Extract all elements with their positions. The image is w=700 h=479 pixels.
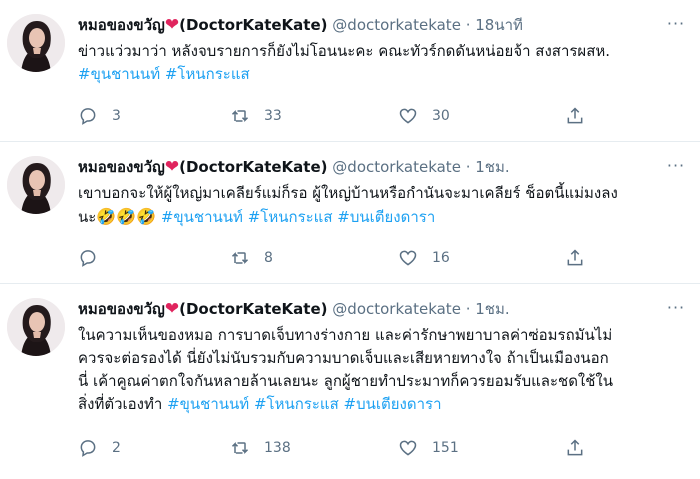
tweet-line: เขาบอกจะให้ผู้ใหญ่มาเคลียร์แม่ก็รอ ผู้ให… [78, 184, 618, 202]
retweet-button[interactable]: 138 [230, 436, 291, 460]
share-icon [567, 249, 583, 266]
share-icon [567, 439, 583, 456]
reply-button[interactable]: 2 [78, 436, 121, 460]
tweet-line: ในความเห็นของหมอ การบาดเจ็บทางร่างกาย แล… [78, 326, 613, 344]
display-name-suffix[interactable]: (DoctorKateKate) [179, 300, 327, 318]
tweet-actions: 8 16 [78, 246, 598, 270]
tweet-text: ข่าวแว่วมาว่า หลังจบรายการก็ยังไม่โอนนะค… [78, 40, 690, 86]
heart-emoji-icon: ❤ [164, 299, 180, 319]
display-name-suffix[interactable]: (DoctorKateKate) [179, 158, 327, 176]
share-button[interactable] [565, 104, 585, 128]
tweet-text: เขาบอกจะให้ผู้ใหญ่มาเคลียร์แม่ก็รอ ผู้ให… [78, 182, 690, 229]
more-options-button[interactable]: ··· [664, 298, 688, 318]
hashtag-line: นะ🤣🤣🤣 #ขุนชานนท์ #โหนกระแส #บนเตียงดารา [78, 205, 690, 229]
reply-icon [80, 108, 96, 125]
retweet-icon [231, 442, 249, 454]
reply-button[interactable] [78, 246, 112, 270]
profile-photo [7, 14, 65, 72]
share-button[interactable] [565, 246, 585, 270]
like-icon [399, 440, 417, 456]
like-icon [399, 108, 417, 124]
avatar[interactable] [7, 156, 65, 214]
hashtag-link[interactable]: #โหนกระแส [254, 395, 339, 413]
reply-count: 2 [112, 440, 121, 456]
hashtag-link[interactable]: #ขุนชานนท์ [167, 395, 249, 413]
reply-button[interactable]: 3 [78, 104, 121, 128]
tweet[interactable]: ··· หมอของขวัญ❤(DoctorKateKate) @doctork… [0, 0, 700, 142]
retweet-icon [231, 252, 249, 264]
separator-dot: · [465, 158, 471, 176]
hashtag-link[interactable]: #โหนกระแส [165, 65, 250, 83]
tweet-actions: 2 138 151 [78, 436, 598, 460]
reply-count: 3 [112, 108, 121, 124]
hashtag-line: สิ่งที่ตัวเองทำ #ขุนชานนท์ #โหนกระแส #บน… [78, 393, 690, 416]
like-icon [399, 250, 417, 266]
hashtag-line: #ขุนชานนท์ #โหนกระแส [78, 63, 690, 86]
tweet-line: ควรจะต่อรองได้ นี่ยังไม่นับรวมกับความบาด… [78, 349, 609, 367]
share-icon [567, 107, 583, 124]
reply-icon [80, 250, 96, 267]
tweet-line: นี่ เค้าคูณค่าตกใจกันหลายล้านเลยนะ ลูกผู… [78, 372, 614, 390]
handle[interactable]: @doctorkatekate [332, 158, 461, 176]
tweet-actions: 3 33 30 [78, 104, 598, 128]
like-count: 30 [432, 108, 450, 124]
like-count: 151 [432, 440, 459, 456]
tweet-text-prefix: สิ่งที่ตัวเองทำ [78, 395, 163, 413]
retweet-count: 33 [264, 108, 282, 124]
hashtag-link[interactable]: #บนเตียงดารา [344, 395, 442, 413]
retweet-button[interactable]: 33 [230, 104, 282, 128]
display-name[interactable]: หมอของขวัญ [78, 158, 165, 176]
like-count: 16 [432, 250, 450, 266]
timestamp[interactable]: 1ชม. [475, 300, 509, 318]
tweet-line: ข่าวแว่วมาว่า หลังจบรายการก็ยังไม่โอนนะค… [78, 42, 611, 60]
retweet-count: 8 [264, 250, 273, 266]
tweet-header: หมอของขวัญ❤(DoctorKateKate) @doctorkatek… [78, 16, 523, 35]
handle[interactable]: @doctorkatekate [332, 16, 461, 34]
profile-photo [7, 298, 65, 356]
tweet-text-prefix: นะ [78, 208, 97, 226]
share-button[interactable] [565, 436, 585, 460]
more-options-button[interactable]: ··· [664, 14, 688, 34]
like-button[interactable]: 151 [398, 436, 459, 460]
profile-photo [7, 156, 65, 214]
retweet-button[interactable]: 8 [230, 246, 273, 270]
retweet-icon [231, 110, 249, 122]
avatar[interactable] [7, 14, 65, 72]
timestamp[interactable]: 18นาที [475, 16, 523, 34]
tweet[interactable]: ··· หมอของขวัญ❤(DoctorKateKate) @doctork… [0, 142, 700, 284]
rofl-emoji-icon: 🤣🤣🤣 [96, 207, 157, 226]
hashtag-link[interactable]: #บนเตียงดารา [337, 208, 435, 226]
hashtag-link[interactable]: #ขุนชานนท์ [78, 65, 160, 83]
like-button[interactable]: 16 [398, 246, 450, 270]
tweet-header: หมอของขวัญ❤(DoctorKateKate) @doctorkatek… [78, 158, 510, 177]
display-name-suffix[interactable]: (DoctorKateKate) [179, 16, 327, 34]
tweet-header: หมอของขวัญ❤(DoctorKateKate) @doctorkatek… [78, 300, 510, 319]
separator-dot: · [465, 300, 471, 318]
heart-emoji-icon: ❤ [164, 157, 180, 177]
display-name[interactable]: หมอของขวัญ [78, 300, 165, 318]
more-options-button[interactable]: ··· [664, 156, 688, 176]
display-name[interactable]: หมอของขวัญ [78, 16, 165, 34]
handle[interactable]: @doctorkatekate [332, 300, 461, 318]
hashtag-link[interactable]: #ขุนชานนท์ [161, 208, 243, 226]
separator-dot: · [465, 16, 471, 34]
hashtag-link[interactable]: #โหนกระแส [248, 208, 333, 226]
reply-icon [80, 440, 96, 457]
avatar[interactable] [7, 298, 65, 356]
like-button[interactable]: 30 [398, 104, 450, 128]
timestamp[interactable]: 1ชม. [475, 158, 509, 176]
retweet-count: 138 [264, 440, 291, 456]
tweet[interactable]: ··· หมอของขวัญ❤(DoctorKateKate) @doctork… [0, 284, 700, 479]
tweet-text: ในความเห็นของหมอ การบาดเจ็บทางร่างกาย แล… [78, 324, 690, 416]
heart-emoji-icon: ❤ [164, 15, 180, 35]
